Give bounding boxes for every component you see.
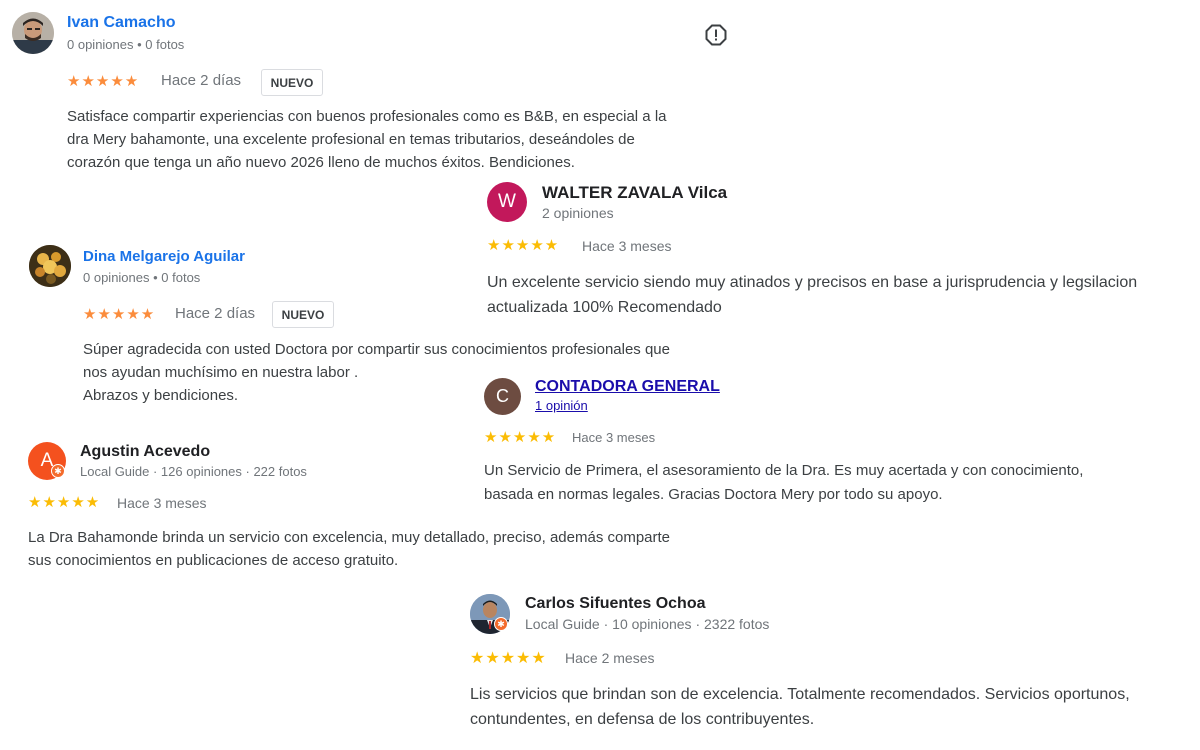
star-rating: ★★★★★ [487, 237, 560, 254]
new-badge: NUEVO [272, 301, 334, 328]
star-rating: ★★★★★ [484, 429, 557, 446]
avatar[interactable]: C [484, 378, 521, 415]
local-guide-badge-icon: ✱ [494, 617, 508, 631]
star-rating: ★★★★★ [67, 73, 140, 90]
review-date: Hace 3 meses [117, 495, 207, 511]
review-date: Hace 2 días [161, 72, 242, 89]
review-text: Un excelente servicio siendo muy atinado… [487, 270, 1137, 320]
review-text-line: sus conocimientos en publicaciones de ac… [28, 552, 399, 569]
review-date: Hace 2 días [175, 305, 256, 322]
author-meta: Local Guide · 126 opiniones · 222 fotos [80, 464, 307, 479]
review-text-line: Lis servicios que brindan son de excelen… [470, 686, 1130, 703]
author-meta: 0 opiniones • 0 fotos [67, 37, 185, 52]
review-text: Un Servicio de Primera, el asesoramiento… [484, 459, 1083, 507]
review-text-line: corazón que tenga un año nuevo 2026 llen… [67, 154, 575, 171]
new-badge: NUEVO [261, 69, 323, 96]
author-meta[interactable]: 1 opinión [535, 398, 588, 413]
author-name[interactable]: WALTER ZAVALA Vilca [542, 183, 727, 203]
author-name[interactable]: Carlos Sifuentes Ochoa [525, 595, 706, 613]
avatar-letter: W [498, 191, 516, 212]
author-name[interactable]: Agustin Acevedo [80, 443, 210, 461]
review-text: La Dra Bahamonde brinda un servicio con … [28, 526, 670, 572]
report-icon[interactable] [705, 24, 727, 46]
review-text: Súper agradecida con usted Doctora por c… [83, 338, 670, 407]
avatar[interactable] [29, 245, 71, 287]
review-text-line: Súper agradecida con usted Doctora por c… [83, 341, 670, 358]
star-rating: ★★★★★ [83, 306, 156, 323]
avatar[interactable] [12, 12, 54, 54]
avatar-letter: C [496, 386, 509, 406]
review-date: Hace 2 meses [565, 650, 655, 666]
review-text-line: La Dra Bahamonde brinda un servicio con … [28, 529, 671, 546]
author-meta: 0 opiniones • 0 fotos [83, 270, 201, 285]
review-text-line: dra Mery bahamonte, una excelente profes… [67, 131, 635, 148]
review-text-line: contundentes, en defensa de los contribu… [470, 711, 815, 728]
review-date: Hace 3 meses [572, 430, 656, 445]
author-name[interactable]: Dina Melgarejo Aguilar [83, 248, 245, 265]
author-meta: 2 opiniones [542, 205, 614, 221]
review-text-line: Un Servicio de Primera, el asesoramiento… [484, 462, 1084, 479]
review-text-line: actualizada 100% Recomendado [487, 299, 722, 316]
person-photo-icon [12, 12, 54, 54]
exclamation-circle-icon [705, 24, 727, 46]
author-meta: Local Guide · 10 opiniones · 2322 fotos [525, 616, 770, 632]
review-date: Hace 3 meses [582, 238, 672, 254]
review-text: Lis servicios que brindan son de excelen… [470, 682, 1130, 732]
review-text: Satisface compartir experiencias con bue… [67, 105, 667, 174]
bouquet-photo-icon [29, 245, 71, 287]
review-text-line: basada en normas legales. Gracias Doctor… [484, 486, 943, 503]
star-rating: ★★★★★ [470, 650, 547, 667]
local-guide-badge-icon: ✱ [51, 464, 65, 478]
avatar[interactable]: W [487, 182, 527, 222]
review-text-line: Satisface compartir experiencias con bue… [67, 108, 667, 125]
author-name[interactable]: Ivan Camacho [67, 14, 175, 32]
star-rating: ★★★★★ [28, 494, 101, 511]
review-text-line: Un excelente servicio siendo muy atinado… [487, 274, 1138, 291]
author-name[interactable]: CONTADORA GENERAL [535, 378, 720, 396]
